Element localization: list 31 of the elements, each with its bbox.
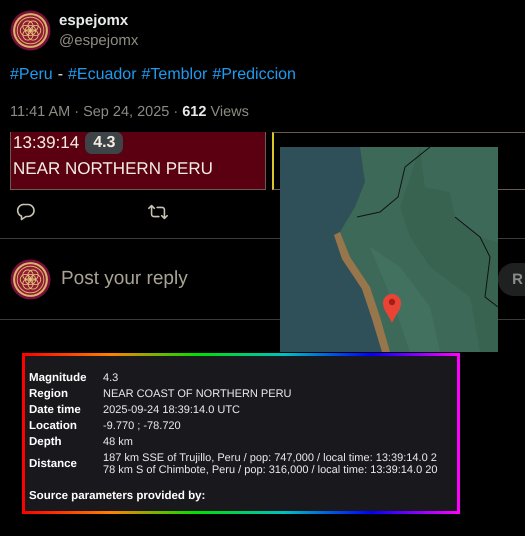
detail-value: 187 km SSE of Trujillo, Peru / pop: 747,000 / local time: 13:39:14.0 2 <box>103 452 438 464</box>
quake-time: 13:39:14 <box>13 133 80 153</box>
post-meta: 11:41 AM · Sep 24, 2025 · 612 Views <box>9 103 250 120</box>
avatar <box>10 10 51 51</box>
detail-label: Region <box>29 388 69 400</box>
hashtag-link[interactable]: #Temblor <box>142 66 208 84</box>
hashtag-link[interactable]: #Peru <box>10 66 53 84</box>
detail-value: -9.770 ; -78.720 <box>103 420 181 432</box>
detail-label: Location <box>29 420 78 432</box>
detail-label: Distance <box>29 458 78 470</box>
quake-region: NEAR NORTHERN PERU <box>13 159 214 179</box>
detail-label: Depth <box>29 436 63 448</box>
detail-value: 48 km <box>103 436 133 448</box>
author-name[interactable]: espejomx <box>59 12 138 29</box>
comment-icon[interactable] <box>15 202 37 222</box>
detail-value: 78 km S of Chimbote, Peru / pop: 316,000 / local time: 13:39:14.0 20 <box>103 464 438 476</box>
separator-text: - <box>58 66 64 84</box>
detail-label: Date time <box>29 404 82 416</box>
magnitude-badge: 4.3 <box>85 132 124 154</box>
reply-field[interactable]: Post your reply <box>61 268 261 290</box>
hashtag-link[interactable]: #Prediccion <box>212 66 296 84</box>
detail-value: 2025-09-24 18:39:14.0 UTC <box>103 404 240 416</box>
source-note: Source parameters provided by: <box>29 490 206 502</box>
detail-label: Magnitude <box>29 372 88 384</box>
reply-button[interactable]: R <box>498 262 525 296</box>
detail-value: 4.3 <box>103 372 118 384</box>
repost-icon[interactable] <box>147 202 169 222</box>
avatar <box>10 258 51 300</box>
hashtag-link[interactable]: #Ecuador <box>68 66 137 84</box>
detail-value: NEAR COAST OF NORTHERN PERU <box>103 388 292 400</box>
author-handle[interactable]: @espejomx <box>59 32 138 49</box>
